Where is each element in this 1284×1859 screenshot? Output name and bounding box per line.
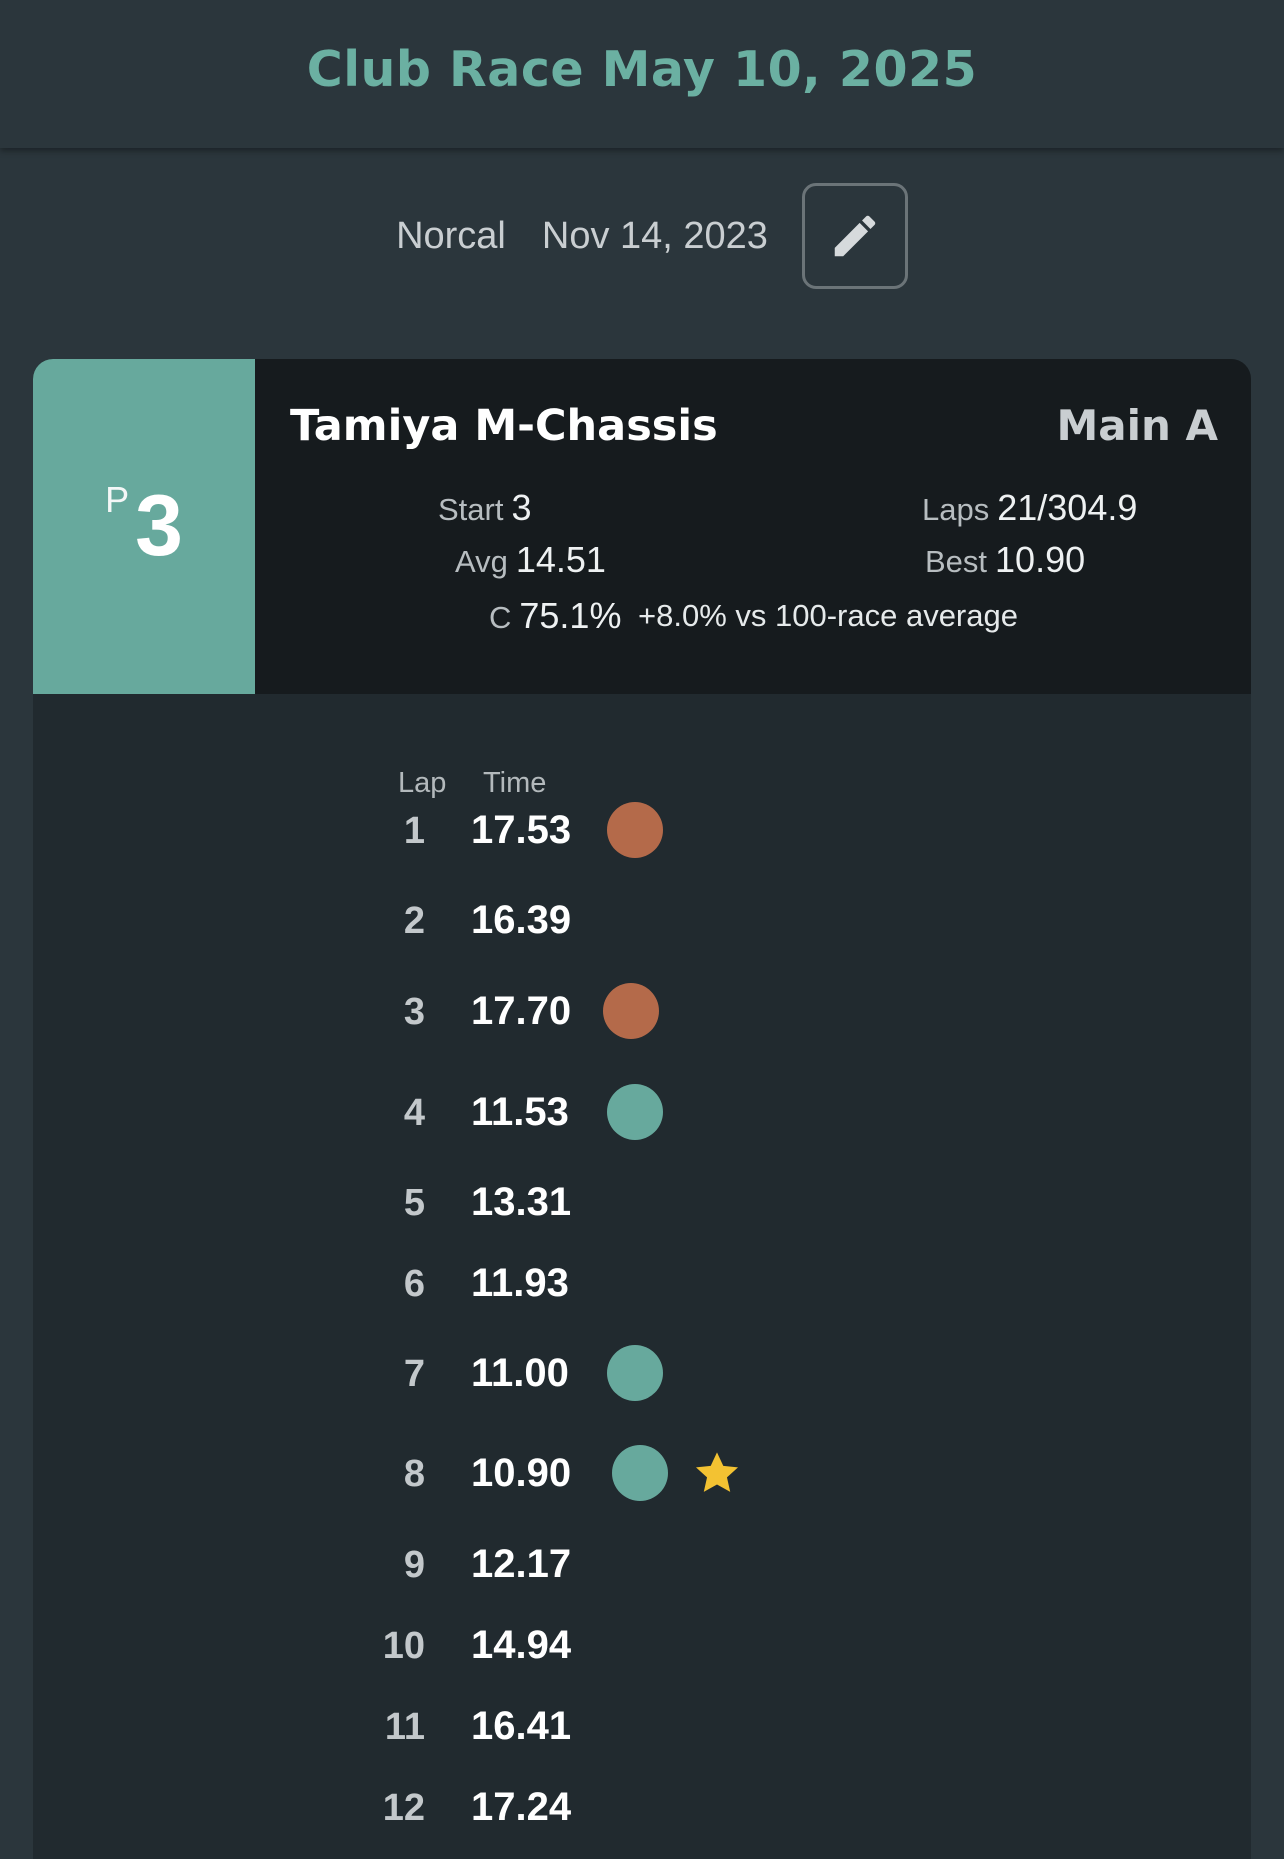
position-prefix: P (105, 479, 130, 520)
lap-row: 10 14.94 (33, 1615, 1251, 1675)
stat-start-value: 3 (511, 487, 532, 528)
stat-best: Best 10.90 (925, 539, 1085, 581)
app-header: Club Race May 10, 2025 (0, 0, 1284, 148)
result-card[interactable]: P 3 Tamiya M-Chassis Main A Start 3 Avg 14… (33, 359, 1251, 1859)
lap-time: 16.39 (471, 898, 572, 942)
edit-button[interactable] (801, 183, 908, 289)
lap-number: 10 (382, 1625, 425, 1667)
fast-lap-dot (607, 1345, 663, 1401)
position-number: 3 (135, 478, 183, 574)
lap-row: 1 17.53 (33, 800, 1251, 860)
lap-time: 11.00 (471, 1351, 569, 1395)
car-name: Tamiya M-Chassis (290, 401, 718, 451)
race-meta: Norcal Nov 14, 2023 (0, 180, 1284, 292)
lap-row: 9 12.17 (33, 1534, 1251, 1594)
lap-time: 17.24 (471, 1785, 572, 1829)
race-class: Main A (1056, 401, 1218, 450)
stat-avg: Avg 14.51 (455, 539, 606, 581)
stat-laps-label: Laps (922, 492, 990, 527)
lap-number: 4 (403, 1092, 425, 1134)
lap-time: 10.90 (471, 1451, 572, 1495)
stat-laps: Laps 21/304.9 (922, 487, 1137, 529)
fast-lap-dot (607, 1084, 663, 1140)
lap-row: 8 10.90 (33, 1443, 1251, 1503)
lap-time: 11.53 (471, 1090, 569, 1134)
lap-time: 12.17 (471, 1542, 572, 1586)
stat-avg-value: 14.51 (515, 539, 606, 580)
stat-avg-label: Avg (455, 544, 508, 579)
lap-row: 6 11.93 (33, 1253, 1251, 1313)
lap-number: 3 (403, 991, 425, 1033)
lap-time: 16.41 (471, 1704, 572, 1748)
lap-row: 5 13.31 (33, 1172, 1251, 1232)
result-header: P 3 Tamiya M-Chassis Main A Start 3 Avg 14… (33, 359, 1251, 694)
slow-lap-dot (607, 802, 663, 858)
slow-lap-dot (603, 983, 659, 1039)
best-lap-star-icon (695, 1452, 739, 1492)
lap-row: 4 11.53 (33, 1082, 1251, 1142)
pencil-icon (834, 215, 876, 257)
lap-number: 1 (403, 810, 425, 852)
track-name: Norcal (396, 214, 506, 257)
lap-number: 6 (403, 1263, 425, 1305)
stat-start-label: Start (438, 492, 504, 527)
lap-number: 2 (403, 900, 425, 942)
lap-row: 12 17.24 (33, 1777, 1251, 1837)
lap-number: 11 (384, 1706, 425, 1748)
stat-laps-value: 21/304.9 (997, 487, 1138, 528)
lap-number: 8 (403, 1453, 425, 1495)
lap-number: 9 (403, 1544, 425, 1586)
stat-consistency-value: 75.1% (519, 595, 622, 636)
stat-start: Start 3 (438, 487, 532, 529)
position-badge: P 3 (33, 359, 255, 694)
fast-lap-dot (612, 1445, 668, 1501)
lap-row: 3 17.70 (33, 981, 1251, 1041)
page-title: Club Race May 10, 2025 (306, 40, 978, 98)
stat-best-label: Best (925, 544, 988, 579)
lap-number: 7 (403, 1353, 425, 1395)
lap-row: 11 16.41 (33, 1696, 1251, 1756)
lap-row: 2 16.39 (33, 890, 1251, 950)
consistency-comparison: +8.0% vs 100-race average (638, 598, 1018, 633)
stat-best-value: 10.90 (995, 539, 1086, 580)
stat-consistency: C 75.1% (489, 595, 621, 637)
lap-time: 11.93 (471, 1261, 569, 1305)
lap-number: 12 (382, 1787, 425, 1829)
lap-time: 14.94 (471, 1623, 572, 1667)
lap-time: 17.70 (471, 989, 572, 1033)
race-date: Nov 14, 2023 (541, 214, 768, 257)
lap-time: 17.53 (471, 808, 572, 852)
lap-time: 13.31 (471, 1180, 572, 1224)
lap-number: 5 (403, 1182, 425, 1224)
lap-row: 7 11.00 (33, 1343, 1251, 1403)
stat-consistency-label: C (489, 600, 512, 635)
column-header-time: Time (483, 767, 547, 799)
column-header-lap: Lap (398, 767, 447, 799)
